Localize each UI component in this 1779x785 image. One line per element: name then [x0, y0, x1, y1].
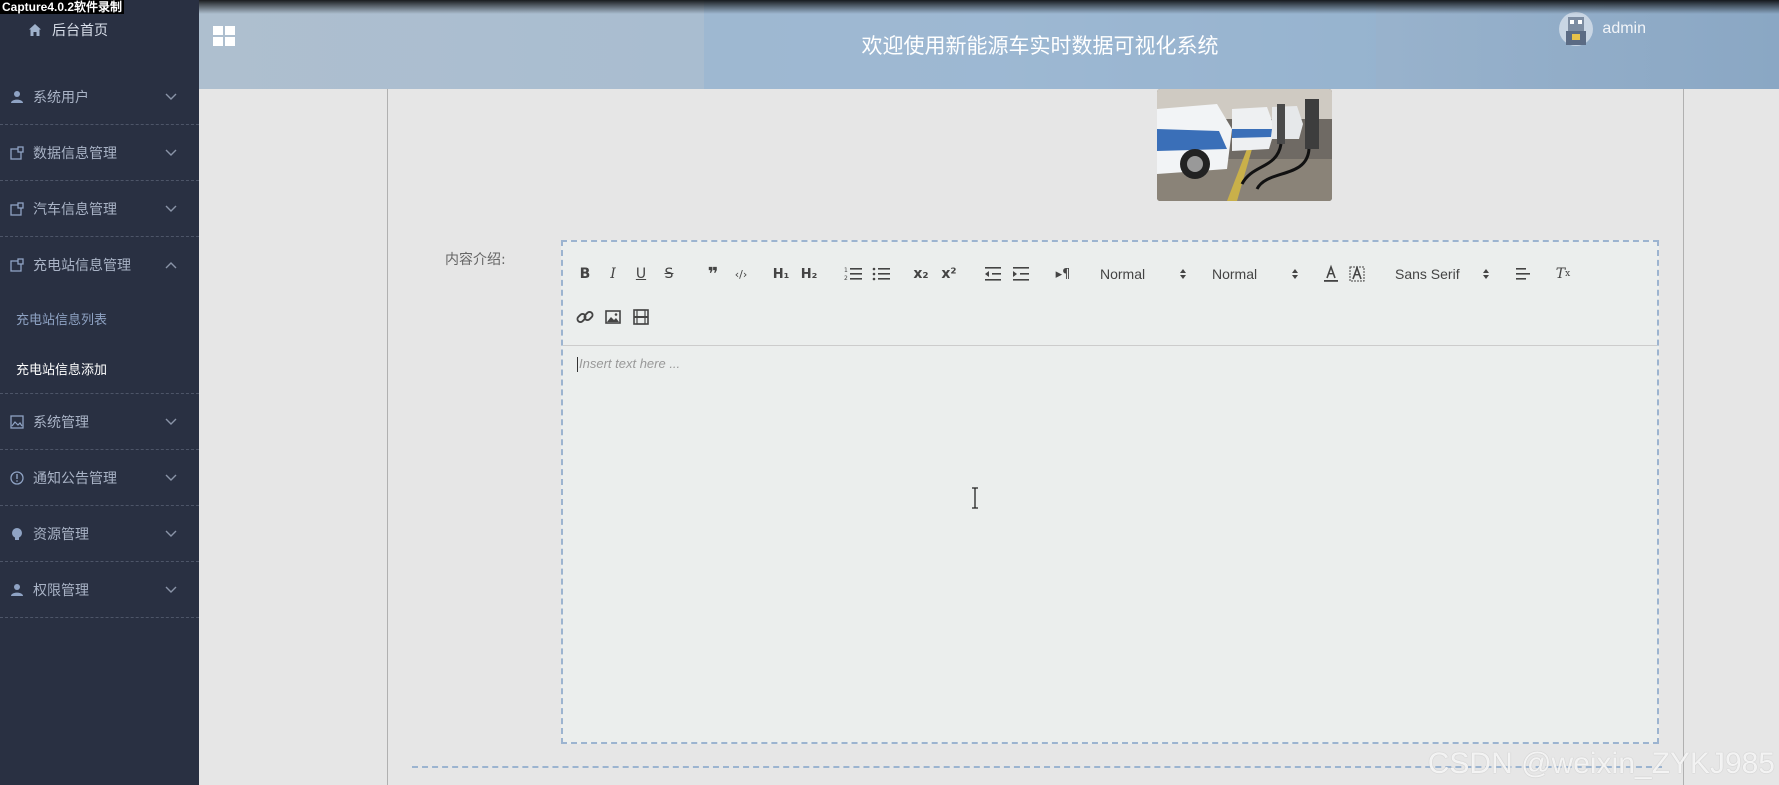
avatar: [1559, 12, 1594, 46]
underline-button[interactable]: U: [631, 264, 651, 284]
superscript-button[interactable]: x²: [939, 264, 959, 284]
chevron-down-icon: [165, 149, 177, 156]
sidebar-item-charging-station[interactable]: 充电站信息管理: [0, 237, 199, 293]
background-color-icon[interactable]: [1347, 264, 1367, 284]
italic-button[interactable]: I: [603, 264, 623, 284]
updown-arrows-icon: [1482, 269, 1489, 279]
sidebar-item-car-info[interactable]: 汽车信息管理: [0, 181, 199, 237]
text-cursor-icon: [972, 487, 978, 509]
sidebar: 后台首页 系统用户 数据信息管理 汽车信息管理 充电站信息管理 充电站信息列表: [0, 0, 199, 785]
sidebar-item-label: 权限管理: [33, 582, 89, 599]
svg-text:2: 2: [844, 275, 848, 282]
chevron-down-icon: [165, 530, 177, 537]
sidebar-item-label: 通知公告管理: [33, 470, 117, 487]
page-title: 欢迎使用新能源车实时数据可视化系统: [861, 33, 1219, 58]
chevron-down-icon: [165, 93, 177, 100]
text-direction-button[interactable]: ▸¶: [1053, 264, 1073, 284]
charging-station-image: [1157, 89, 1332, 201]
user-menu[interactable]: admin: [1558, 9, 1646, 49]
image-icon: [10, 414, 24, 429]
code-block-button[interactable]: ‹/›: [731, 264, 751, 284]
text-caret: [577, 357, 578, 373]
svg-text:1: 1: [844, 267, 848, 274]
font-picker[interactable]: Sans Serif: [1395, 264, 1490, 284]
blockquote-button[interactable]: ❞: [703, 264, 723, 285]
strike-button[interactable]: S: [659, 264, 679, 284]
sidebar-item-label: 系统用户: [33, 89, 89, 106]
chevron-down-icon: [165, 474, 177, 481]
rich-text-editor: B I U S ❞ ‹/› H₁ H₂ 12 x₂ x² ▸¶ Normal N…: [561, 240, 1659, 744]
link-icon[interactable]: [575, 307, 595, 327]
sidebar-item-label: 数据信息管理: [33, 145, 117, 162]
editor-placeholder: Insert text here ...: [579, 356, 681, 371]
editor-content[interactable]: Insert text here ...: [577, 356, 681, 373]
sidebar-item-label: 资源管理: [33, 526, 89, 543]
sidebar-item-label: 充电站信息管理: [33, 258, 131, 274]
size-picker[interactable]: Normal: [1212, 264, 1299, 284]
sidebar-item-label: 后台首页: [52, 23, 108, 39]
video-icon[interactable]: [631, 307, 651, 327]
subscript-button[interactable]: x₂: [911, 264, 931, 284]
doc-icon: [10, 258, 24, 272]
sidebar-subitem-label: 充电站信息添加: [16, 362, 108, 378]
sidebar-item-system-users[interactable]: 系统用户: [0, 69, 199, 125]
content-divider-right: [1683, 89, 1684, 785]
sidebar-item-home[interactable]: 后台首页: [28, 20, 108, 40]
sidebar-item-system-management[interactable]: 系统管理: [0, 394, 199, 450]
editor-toolbar: B I U S ❞ ‹/› H₁ H₂ 12 x₂ x² ▸¶ Normal N…: [563, 242, 1657, 346]
user-icon: [11, 90, 23, 103]
sidebar-subitem-station-list[interactable]: 充电站信息列表: [0, 293, 199, 343]
h1-button[interactable]: H₁: [771, 264, 791, 284]
doc-icon: [10, 145, 24, 160]
sidebar-item-label: 系统管理: [33, 414, 89, 431]
sidebar-subitem-label: 充电站信息列表: [16, 312, 108, 328]
watermark: CSDN @weixin_ZYKJ985: [1427, 747, 1775, 780]
h2-button[interactable]: H₂: [799, 264, 819, 284]
doc-icon: [10, 201, 24, 216]
sidebar-subitem-station-add[interactable]: 充电站信息添加: [0, 343, 199, 393]
image-icon[interactable]: [603, 307, 623, 327]
font-picker-label: Sans Serif: [1395, 266, 1460, 282]
content-intro-label: 内容介绍:: [445, 252, 506, 268]
sidebar-menu: 系统用户 数据信息管理 汽车信息管理 充电站信息管理 充电站信息列表 充电站信息…: [0, 69, 199, 618]
text-color-icon[interactable]: [1321, 264, 1341, 284]
chevron-down-icon: [165, 418, 177, 425]
updown-arrows-icon: [1180, 269, 1187, 279]
bulb-icon: [12, 527, 22, 540]
bullet-list-icon[interactable]: [871, 264, 891, 284]
grid-menu-icon[interactable]: [213, 26, 235, 46]
sidebar-item-resource-management[interactable]: 资源管理: [0, 506, 199, 562]
user-icon: [11, 583, 23, 596]
sidebar-item-data-info[interactable]: 数据信息管理: [0, 125, 199, 181]
home-icon: [29, 24, 41, 36]
chevron-down-icon: [165, 205, 177, 212]
capture-label: Capture4.0.2软件录制: [0, 0, 125, 14]
outdent-icon[interactable]: [983, 264, 1003, 284]
sidebar-group-charging-station: 充电站信息管理 充电站信息列表 充电站信息添加: [0, 237, 199, 394]
sidebar-item-notice-management[interactable]: 通知公告管理: [0, 450, 199, 506]
chevron-down-icon: [165, 586, 177, 593]
chevron-up-icon: [165, 262, 177, 269]
header-picker[interactable]: Normal: [1100, 264, 1187, 284]
indent-icon[interactable]: [1011, 264, 1031, 284]
align-left-icon[interactable]: [1513, 264, 1533, 284]
content-divider-left: [387, 89, 388, 785]
size-picker-label: Normal: [1212, 266, 1258, 282]
header-shadow: [199, 0, 1779, 14]
sidebar-item-permission-management[interactable]: 权限管理: [0, 562, 199, 618]
info-icon: [10, 470, 24, 485]
ordered-list-icon[interactable]: 12: [843, 264, 863, 284]
username: admin: [1602, 20, 1646, 37]
header-picker-label: Normal: [1100, 266, 1146, 282]
bold-button[interactable]: B: [575, 264, 595, 284]
sidebar-item-label: 汽车信息管理: [33, 201, 117, 218]
updown-arrows-icon: [1292, 269, 1299, 279]
clear-format-button[interactable]: Tx: [1553, 264, 1573, 284]
